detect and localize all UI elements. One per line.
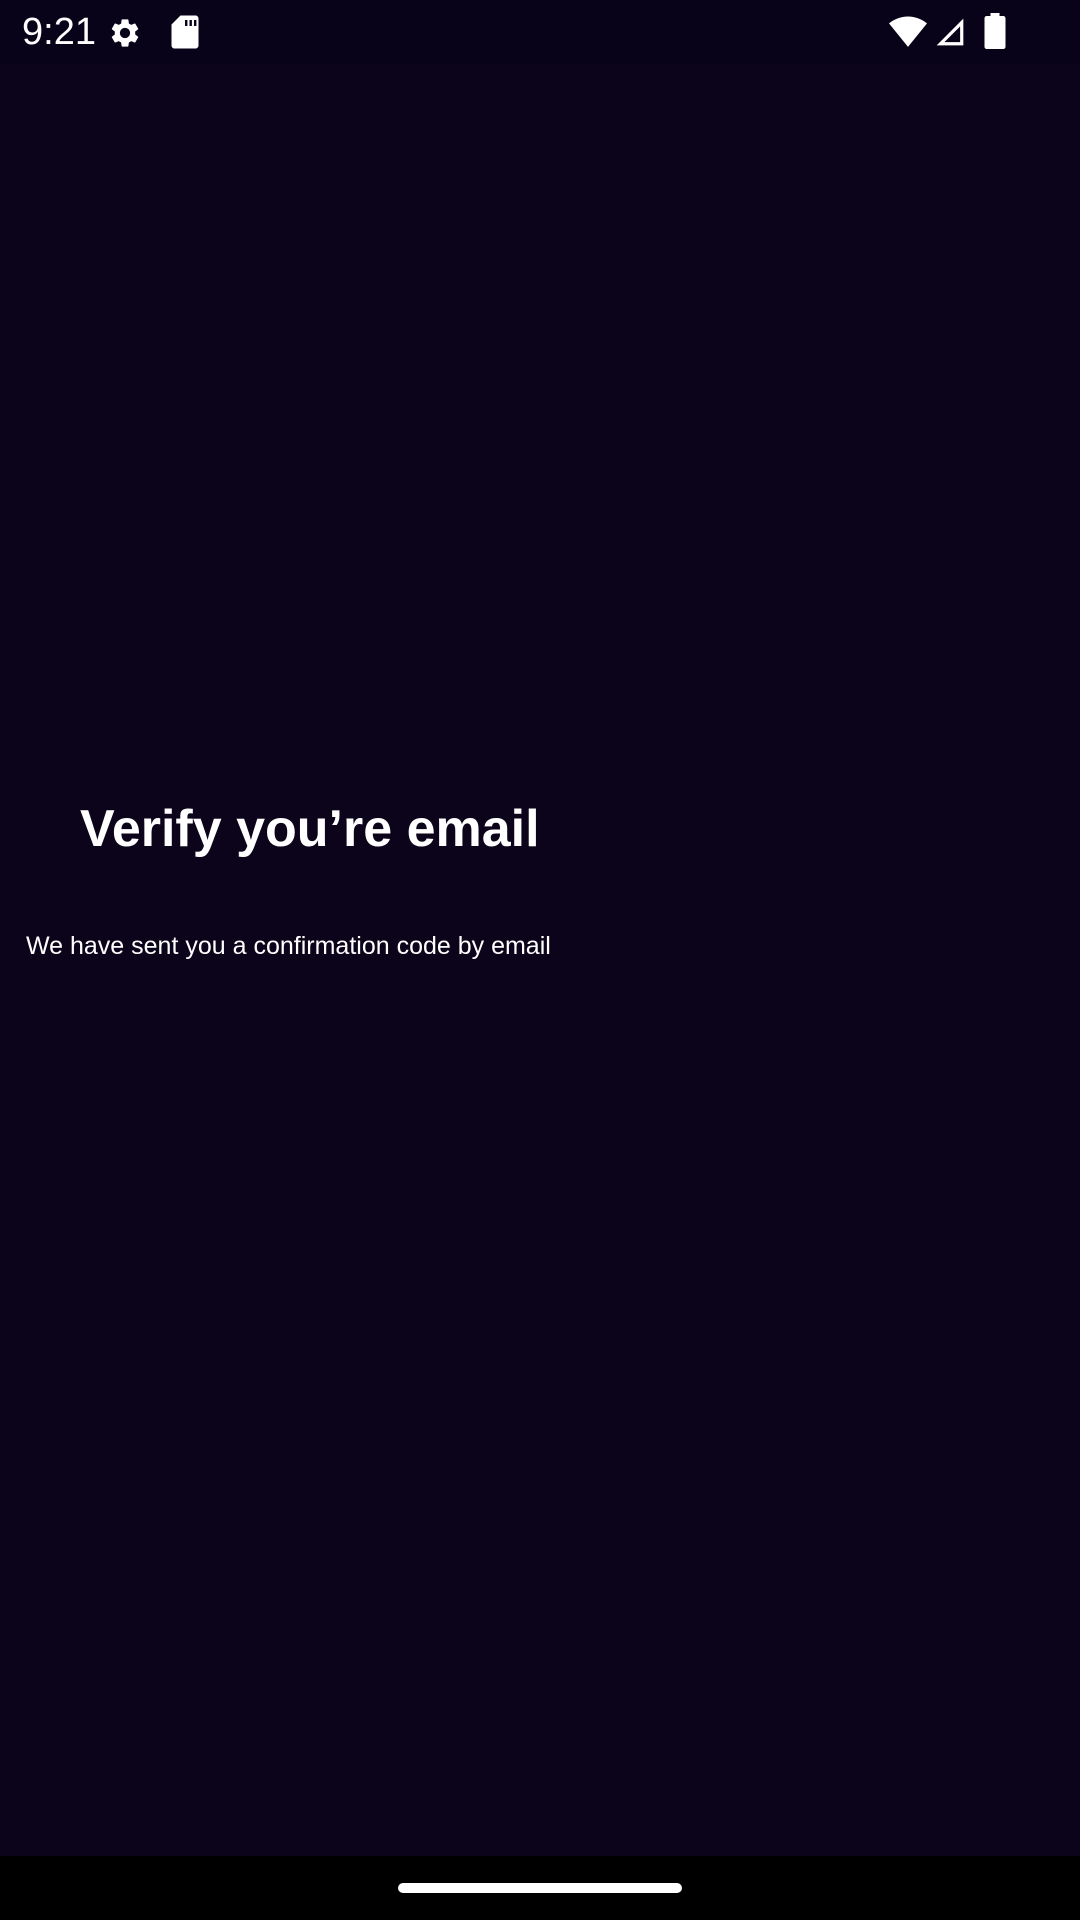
cellular-signal-icon xyxy=(936,18,964,46)
status-time: 9:21 xyxy=(22,11,96,53)
status-bar: 9:21 xyxy=(0,0,1080,64)
sd-card-icon xyxy=(171,15,199,49)
wifi-icon xyxy=(889,16,927,47)
page-title: Verify you’re email xyxy=(80,800,540,858)
home-gesture-handle[interactable] xyxy=(398,1883,682,1893)
confirmation-message: We have sent you a confirmation code by … xyxy=(26,932,551,960)
gear-icon xyxy=(111,19,139,47)
verify-email-screen: 9:21 Verify you’re email We have sent yo… xyxy=(0,0,1080,1920)
battery-icon xyxy=(984,13,1006,49)
navigation-bar xyxy=(0,1856,1080,1920)
